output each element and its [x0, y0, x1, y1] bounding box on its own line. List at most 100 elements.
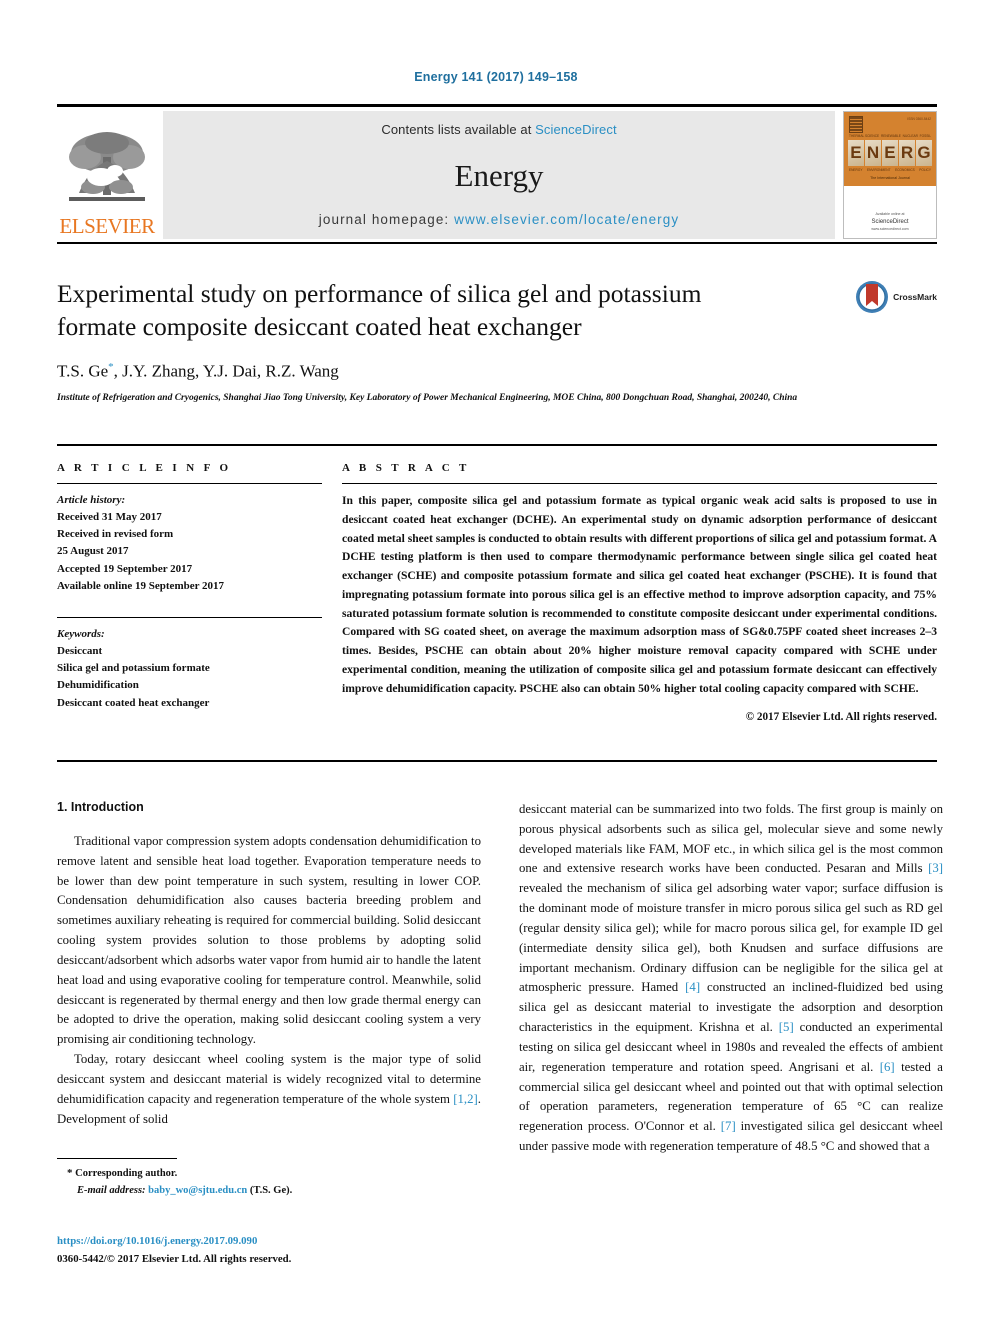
- footnote-block: * Corresponding author. E-mail address: …: [57, 1158, 481, 1200]
- author-list: T.S. Ge*, J.Y. Zhang, Y.J. Dai, R.Z. Wan…: [57, 361, 937, 382]
- paragraph-part: revealed the mechanism of silica gel ads…: [519, 881, 943, 995]
- cover-barcode-icon: [849, 116, 863, 133]
- citation-ref-7[interactable]: [7]: [721, 1119, 736, 1133]
- cover-subrow-2: ENVIRONMENT: [867, 168, 891, 172]
- cover-kicker-4: FOSSIL: [919, 134, 931, 138]
- running-head: Energy 141 (2017) 149–158: [414, 70, 578, 84]
- cover-energy-letters: E N E R G: [848, 140, 932, 166]
- paragraph: desiccant material can be summarized int…: [519, 800, 943, 1157]
- cover-kicker-row: THERMAL SCIENCE RENEWABLE NUCLEAR FOSSIL: [849, 134, 931, 138]
- body-column-right: desiccant material can be summarized int…: [519, 800, 943, 1157]
- author-rest: , J.Y. Zhang, Y.J. Dai, R.Z. Wang: [113, 361, 339, 381]
- abstract-column: A B S T R A C T In this paper, composite…: [342, 462, 937, 723]
- sciencedirect-link[interactable]: ScienceDirect: [535, 122, 617, 137]
- cover-bottom-panel: Available online at ScienceDirect www.sc…: [844, 186, 936, 238]
- footnote-star: *: [67, 1167, 73, 1179]
- corresponding-author-note: * Corresponding author.: [67, 1165, 481, 1183]
- article-history-label: Article history:: [57, 494, 126, 506]
- homepage-label: journal homepage:: [318, 212, 455, 227]
- title-block: Experimental study on performance of sil…: [57, 242, 937, 406]
- homepage-url-link[interactable]: www.elsevier.com/locate/energy: [454, 212, 679, 227]
- citation-ref-5[interactable]: [5]: [779, 1020, 794, 1034]
- journal-banner: ELSEVIER Contents lists available at Sci…: [57, 104, 937, 239]
- article-info-column: A R T I C L E I N F O Article history: R…: [57, 462, 342, 723]
- elsevier-tree-icon: [69, 132, 145, 201]
- keywords-block: Keywords: Desiccant Silica gel and potas…: [57, 616, 322, 712]
- cover-letter-4: R: [899, 140, 915, 166]
- abstract-text: In this paper, composite silica gel and …: [342, 494, 937, 695]
- info-abstract-section: A R T I C L E I N F O Article history: R…: [57, 444, 937, 723]
- cover-letter-3: E: [882, 140, 898, 166]
- cover-letter-1: E: [848, 140, 864, 166]
- article-info-rule: [57, 483, 322, 484]
- journal-title: Energy: [454, 158, 544, 193]
- cover-kicker-1: THERMAL SCIENCE: [849, 134, 880, 138]
- paragraph-part: desiccant material can be summarized int…: [519, 802, 943, 876]
- email-label: E-mail address:: [77, 1184, 146, 1196]
- section-heading-introduction: 1. Introduction: [57, 800, 144, 814]
- article-info-heading: A R T I C L E I N F O: [57, 462, 232, 474]
- body-columns: 1. Introduction Traditional vapor compre…: [57, 800, 943, 1157]
- affiliation: Institute of Refrigeration and Cryogenic…: [57, 392, 798, 403]
- section-divider: [57, 760, 937, 762]
- cover-tagline: The International Journal: [870, 176, 910, 180]
- footnote-text: * Corresponding author. E-mail address: …: [57, 1165, 481, 1200]
- history-item: Received in revised form: [57, 528, 174, 541]
- email-owner: (T.S. Ge).: [249, 1184, 293, 1196]
- cover-letter-2: N: [865, 140, 881, 166]
- corresponding-author-label: Corresponding author.: [75, 1168, 178, 1179]
- copyright-line: © 2017 Elsevier Ltd. All rights reserved…: [745, 710, 937, 723]
- cover-subrow-4: POLICY: [919, 168, 931, 172]
- keywords-label: Keywords:: [57, 627, 105, 640]
- cover-letter-5: G: [916, 140, 932, 166]
- crossmark-badge[interactable]: CrossMark: [855, 280, 937, 314]
- email-link[interactable]: baby_wo@sjtu.edu.cn: [148, 1185, 247, 1196]
- email-note: E-mail address: baby_wo@sjtu.edu.cn (T.S…: [67, 1183, 481, 1200]
- cover-kicker-2: RENEWABLE: [880, 134, 901, 138]
- cover-subrow-1: ENERGY: [849, 168, 863, 172]
- page-title: Experimental study on performance of sil…: [57, 279, 702, 341]
- keywords-rule: [57, 616, 322, 618]
- contents-prefix: Contents lists available at: [381, 122, 536, 137]
- keyword-item: Dehumidification: [57, 679, 139, 692]
- doi-link[interactable]: https://doi.org/10.1016/j.energy.2017.09…: [57, 1232, 517, 1250]
- abstract-rule: [342, 483, 937, 484]
- history-item: Available online 19 September 2017: [57, 579, 225, 592]
- keyword-item: Desiccant: [57, 645, 103, 658]
- history-item: Accepted 19 September 2017: [57, 562, 193, 575]
- paragraph: Today, rotary desiccant wheel cooling sy…: [57, 1050, 481, 1129]
- footnote-rule: [57, 1158, 177, 1159]
- article-history-block: Article history: Received 31 May 2017 Re…: [57, 492, 322, 595]
- paragraph: Traditional vapor compression system ado…: [57, 834, 481, 1047]
- abstract-heading: A B S T R A C T: [342, 462, 470, 474]
- keyword-item: Silica gel and potassium formate: [57, 662, 210, 675]
- elsevier-wordmark: ELSEVIER: [59, 214, 155, 238]
- cover-subrow-3: ECONOMICS: [895, 168, 915, 172]
- cover-subrow: ENERGY ENVIRONMENT ECONOMICS POLICY: [849, 168, 931, 172]
- paragraph-part: Today, rotary desiccant wheel cooling sy…: [57, 1052, 481, 1106]
- cover-kicker-3: NUCLEAR: [902, 134, 918, 138]
- cover-publisher-big: ScienceDirect: [871, 218, 909, 225]
- imprint-block: https://doi.org/10.1016/j.energy.2017.09…: [57, 1232, 517, 1269]
- citation-ref-4[interactable]: [4]: [685, 980, 700, 994]
- crossmark-label: CrossMark: [893, 292, 937, 302]
- history-item: Received 31 May 2017: [57, 511, 162, 524]
- cover-top-panel: ISSN 0360-5442 THERMAL SCIENCE RENEWABLE…: [844, 112, 936, 186]
- paper-page: Energy 141 (2017) 149–158 ELSEVIER Conte…: [0, 0, 992, 1323]
- citation-ref-6[interactable]: [6]: [880, 1060, 895, 1074]
- cover-issn: ISSN 0360-5442: [907, 117, 931, 121]
- cover-publisher-url: www.sciencedirect.com: [871, 226, 909, 231]
- journal-homepage-line: journal homepage: www.elsevier.com/locat…: [163, 212, 835, 227]
- journal-cover-thumbnail[interactable]: ISSN 0360-5442 THERMAL SCIENCE RENEWABLE…: [843, 111, 937, 239]
- citation-ref-3[interactable]: [3]: [928, 861, 943, 875]
- crossmark-icon: [856, 281, 889, 313]
- body-column-left: 1. Introduction Traditional vapor compre…: [57, 800, 481, 1157]
- elsevier-logo: ELSEVIER: [57, 111, 157, 239]
- history-item: 25 August 2017: [57, 545, 129, 558]
- banner-center: Contents lists available at ScienceDirec…: [163, 111, 835, 239]
- cover-publisher-block: Available online at ScienceDirect www.sc…: [844, 212, 936, 232]
- contents-available-line: Contents lists available at ScienceDirec…: [163, 122, 835, 137]
- issn-copyright-line: 0360-5442/© 2017 Elsevier Ltd. All right…: [57, 1253, 292, 1266]
- citation-ref-1-2[interactable]: [1,2]: [453, 1092, 478, 1106]
- keyword-item: Desiccant coated heat exchanger: [57, 696, 210, 709]
